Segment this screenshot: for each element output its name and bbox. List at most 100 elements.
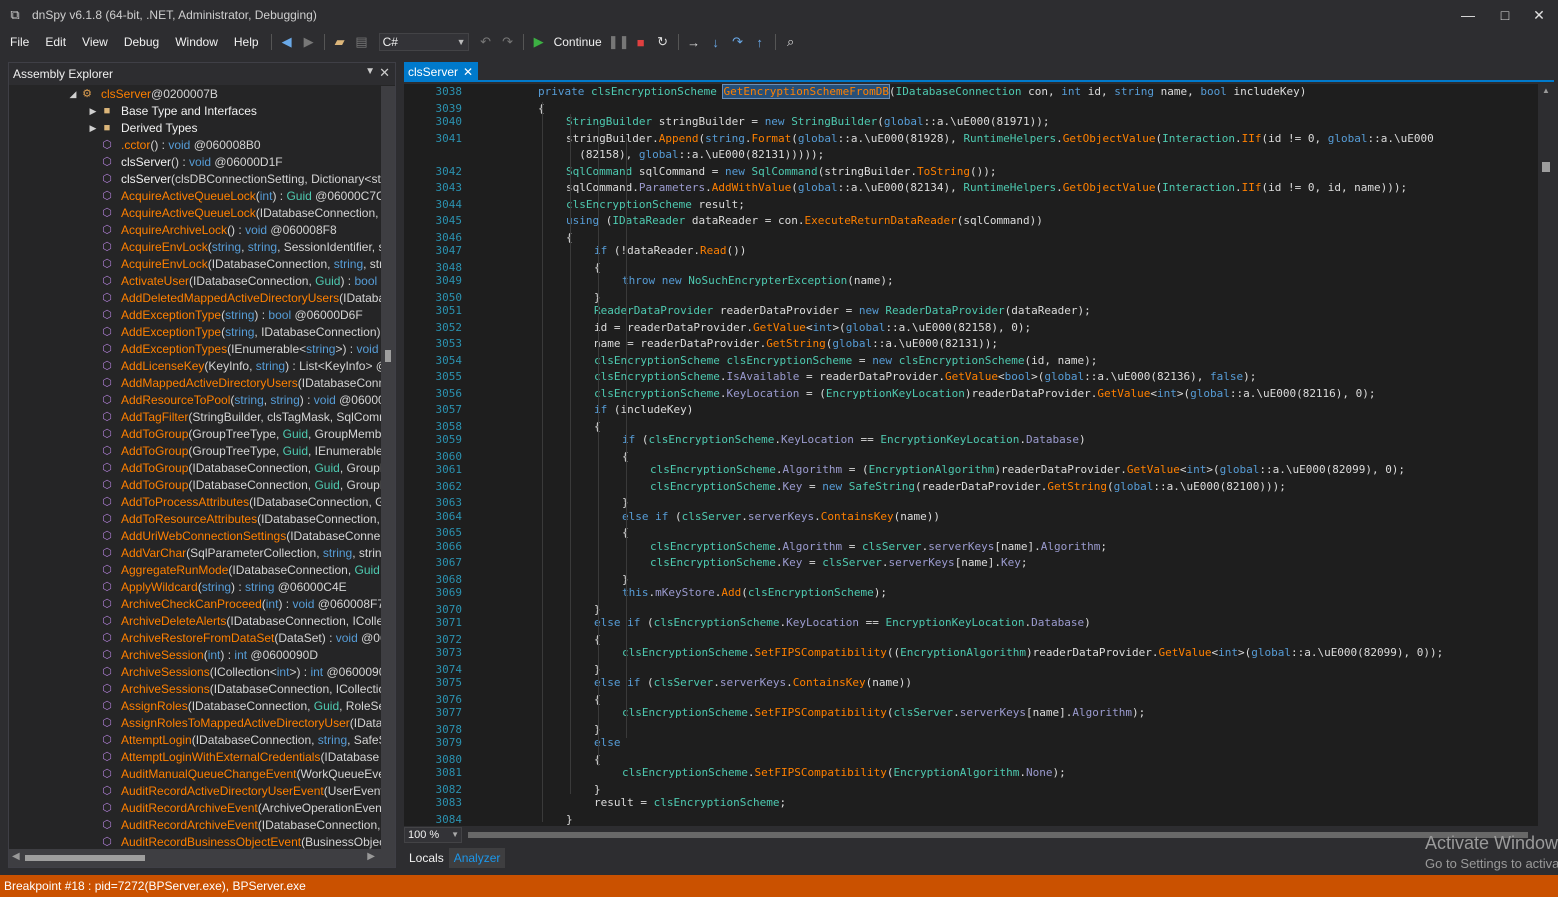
menu-debug[interactable]: Debug xyxy=(116,31,167,53)
tree-node-member[interactable]: ⬡ ApplyWildcard (string) : string @06000C4… xyxy=(9,579,381,596)
redo-icon[interactable]: ↷ xyxy=(497,32,519,52)
close-tab-icon[interactable]: ✕ xyxy=(463,62,473,82)
panel-menu-chevron-icon[interactable]: ▼ xyxy=(365,66,375,77)
tree-node-member[interactable]: ⬡ AddTagFilter (StringBuilder, clsTagMask,… xyxy=(9,409,381,426)
tree-node-member[interactable]: ⬡ ArchiveRestoreFromDataSet (DataSet) : vo… xyxy=(9,630,381,647)
search-icon[interactable]: ⌕ xyxy=(780,32,802,52)
tree-node-member[interactable]: ⬡ AggregateRunMode (IDatabaseConnection, G… xyxy=(9,562,381,579)
restart-icon[interactable]: ↻ xyxy=(652,32,674,52)
tree-node-member[interactable]: ⬡ AddExceptionTypes (IEnumerable<string>) … xyxy=(9,341,381,358)
continue-play-icon[interactable]: ▶ xyxy=(528,32,550,52)
tree-node-member[interactable]: ⬡ AcquireActiveQueueLock (int) : Guid @060… xyxy=(9,188,381,205)
tree-node-member[interactable]: ⬡ ArchiveSessions (ICollection<int>) : int… xyxy=(9,664,381,681)
menu-help[interactable]: Help xyxy=(226,31,267,53)
scroll-right-icon[interactable]: ▶ xyxy=(367,851,375,862)
tree-node-member[interactable]: ⬡ AcquireArchiveLock() : void @060008F8 xyxy=(9,222,381,239)
member-name: ApplyWildcard xyxy=(121,580,198,594)
member-name: AddToGroup xyxy=(121,427,189,441)
tree-node-member[interactable]: ⬡ ArchiveDeleteAlerts (IDatabaseConnection… xyxy=(9,613,381,630)
save-all-icon[interactable]: ▤ xyxy=(351,32,373,52)
tree-node-member[interactable]: ⬡ AddMappedActiveDirectoryUsers (IDatabase… xyxy=(9,375,381,392)
tree-node-base-types[interactable]: ▶ ■ Base Type and Interfaces xyxy=(9,103,381,120)
stop-debugging-icon[interactable]: ■ xyxy=(630,32,652,52)
menu-view[interactable]: View xyxy=(74,31,116,53)
maximize-button[interactable]: □ xyxy=(1486,0,1524,30)
scrollbar-thumb[interactable] xyxy=(385,350,391,362)
show-next-statement-icon[interactable]: → xyxy=(683,32,705,52)
tree-node-member[interactable]: ⬡ AddToProcessAttributes (IDatabaseConnect… xyxy=(9,494,381,511)
tree-node-member[interactable]: ⬡ AuditRecordArchiveEvent (IDatabaseConnec… xyxy=(9,817,381,834)
language-select[interactable]: C# ▼ xyxy=(378,33,469,51)
tree-node-member[interactable]: ⬡ AuditManualQueueChangeEvent (WorkQueueEv… xyxy=(9,766,381,783)
code-line: 3045 using (IDataReader dataReader = con.… xyxy=(404,213,1538,229)
tree-node-member[interactable]: ⬡ AddLicenseKey (KeyInfo, string) : List<K… xyxy=(9,358,381,375)
toolbar-separator xyxy=(677,34,679,50)
open-folder-icon[interactable]: ▰ xyxy=(329,32,351,52)
tab-locals[interactable]: Locals xyxy=(404,848,449,868)
scrollbar-thumb[interactable] xyxy=(1542,162,1550,172)
continue-button[interactable]: Continue xyxy=(554,35,602,49)
tree-node-member[interactable]: ⬡ AddToGroup (IDatabaseConnection, Guid, G… xyxy=(9,460,381,477)
close-window-button[interactable]: ✕ xyxy=(1520,0,1558,30)
explorer-vertical-scrollbar[interactable] xyxy=(381,86,395,850)
tab-analyzer[interactable]: Analyzer xyxy=(448,848,506,868)
dnspy-app-icon[interactable]: ⧉ xyxy=(6,7,24,23)
tree-node-member[interactable]: ⬡ AuditRecordArchiveEvent (ArchiveOperatio… xyxy=(9,800,381,817)
tab-clsserver[interactable]: clsServer ✕ xyxy=(404,62,478,82)
scrollbar-thumb[interactable] xyxy=(25,855,145,861)
navigate-back-icon[interactable]: ◀ xyxy=(276,32,298,52)
tree-node-member[interactable]: ⬡ AuditRecordBusinessObjectEvent (Business… xyxy=(9,834,381,850)
editor-horizontal-scrollbar[interactable] xyxy=(466,832,1536,838)
tree-node-member[interactable]: ⬡ AssignRoles (IDatabaseConnection, Guid, … xyxy=(9,698,381,715)
tree-node-member[interactable]: ⬡ AddDeletedMappedActiveDirectoryUsers (ID… xyxy=(9,290,381,307)
tree-node-member[interactable]: ⬡ clsServer() : void @06000D1F xyxy=(9,154,381,171)
zoom-select[interactable]: 100 % ▼ xyxy=(404,827,462,843)
expand-arrow-icon[interactable]: ▶ xyxy=(87,120,99,137)
tree-node-member[interactable]: ⬡ AddResourceToPool (string, string) : voi… xyxy=(9,392,381,409)
code-editor[interactable]: 3038 private clsEncryptionScheme GetEncry… xyxy=(404,84,1538,826)
undo-icon[interactable]: ↶ xyxy=(475,32,497,52)
tree-node-clsserver[interactable]: ◢ ⚙ clsServer @0200007B xyxy=(9,86,381,103)
tree-node-member[interactable]: ⬡ AddExceptionType (string) : bool @06000D… xyxy=(9,307,381,324)
navigate-forward-icon[interactable]: ▶ xyxy=(298,32,320,52)
tree-node-member[interactable]: ⬡ AssignRolesToMappedActiveDirectoryUser(… xyxy=(9,715,381,732)
tree-node-member[interactable]: ⬡ AcquireActiveQueueLock (IDatabaseConnect… xyxy=(9,205,381,222)
break-all-icon[interactable]: ❚❚ xyxy=(608,32,630,52)
tree-node-member[interactable]: ⬡ AcquireEnvLock (IDatabaseConnection, str… xyxy=(9,256,381,273)
scroll-left-icon[interactable]: ◀ xyxy=(12,851,20,862)
tree-node-member[interactable]: ⬡ AddToGroup (IDatabaseConnection, Guid, G… xyxy=(9,477,381,494)
step-into-icon[interactable]: ↓ xyxy=(705,32,727,52)
tree-node-member[interactable]: ⬡ AcquireEnvLock (string, string, SessionI… xyxy=(9,239,381,256)
tree-node-member[interactable]: ⬡ AddVarChar (SqlParameterCollection, stri… xyxy=(9,545,381,562)
menu-edit[interactable]: Edit xyxy=(37,31,74,53)
tree-node-member[interactable]: ⬡ AddToGroup (GroupTreeType, Guid, GroupMe… xyxy=(9,426,381,443)
line-number: 3077 xyxy=(435,706,463,719)
step-out-icon[interactable]: ↑ xyxy=(749,32,771,52)
tree-node-member[interactable]: ⬡ ArchiveSession (int) : int @0600090D xyxy=(9,647,381,664)
tree-node-member[interactable]: ⬡ ArchiveCheckCanProceed (int) : void @060… xyxy=(9,596,381,613)
tree-node-member[interactable]: ⬡ .cctor() : void @060008B0 xyxy=(9,137,381,154)
tree-node-member[interactable]: ⬡ AddToResourceAttributes (IDatabaseConnec… xyxy=(9,511,381,528)
scroll-up-icon[interactable]: ▲ xyxy=(1542,86,1550,95)
tree-node-derived-types[interactable]: ▶ ■ Derived Types xyxy=(9,120,381,137)
tree-node-member[interactable]: ⬡ AddUriWebConnectionSettings (IDatabaseCo… xyxy=(9,528,381,545)
tree-node-member[interactable]: ⬡ clsServer (clsDBConnectionSetting, Dicti… xyxy=(9,171,381,188)
step-over-icon[interactable]: ↷ xyxy=(727,32,749,52)
menu-file[interactable]: File xyxy=(2,31,37,53)
collapse-arrow-icon[interactable]: ◢ xyxy=(67,86,79,103)
tree-node-member[interactable]: ⬡ AddExceptionType (string, IDatabaseConne… xyxy=(9,324,381,341)
tree-node-member[interactable]: ⬡ ArchiveSessions (IDatabaseConnection, IC… xyxy=(9,681,381,698)
tree-node-member[interactable]: ⬡ AuditRecordActiveDirectoryUserEvent (Use… xyxy=(9,783,381,800)
scrollbar-thumb[interactable] xyxy=(468,832,1528,838)
expand-arrow-icon[interactable]: ▶ xyxy=(87,103,99,120)
minimize-button[interactable]: — xyxy=(1449,0,1487,30)
tree-node-member[interactable]: ⬡ AttemptLoginWithExternalCredentials (IDa… xyxy=(9,749,381,766)
tree-node-member[interactable]: ⬡ AttemptLogin (IDatabaseConnection, strin… xyxy=(9,732,381,749)
explorer-horizontal-scrollbar[interactable]: ◀ ▶ xyxy=(9,849,395,867)
tree-node-member[interactable]: ⬡ ActivateUser (IDatabaseConnection, Guid)… xyxy=(9,273,381,290)
editor-vertical-scrollbar[interactable]: ▲ xyxy=(1538,84,1554,826)
close-panel-icon[interactable]: ✕ xyxy=(379,65,390,81)
code-line: 3040 StringBuilder stringBuilder = new St… xyxy=(404,114,1538,130)
menu-window[interactable]: Window xyxy=(167,31,226,53)
tree-node-member[interactable]: ⬡ AddToGroup (GroupTreeType, Guid, IEnumer… xyxy=(9,443,381,460)
